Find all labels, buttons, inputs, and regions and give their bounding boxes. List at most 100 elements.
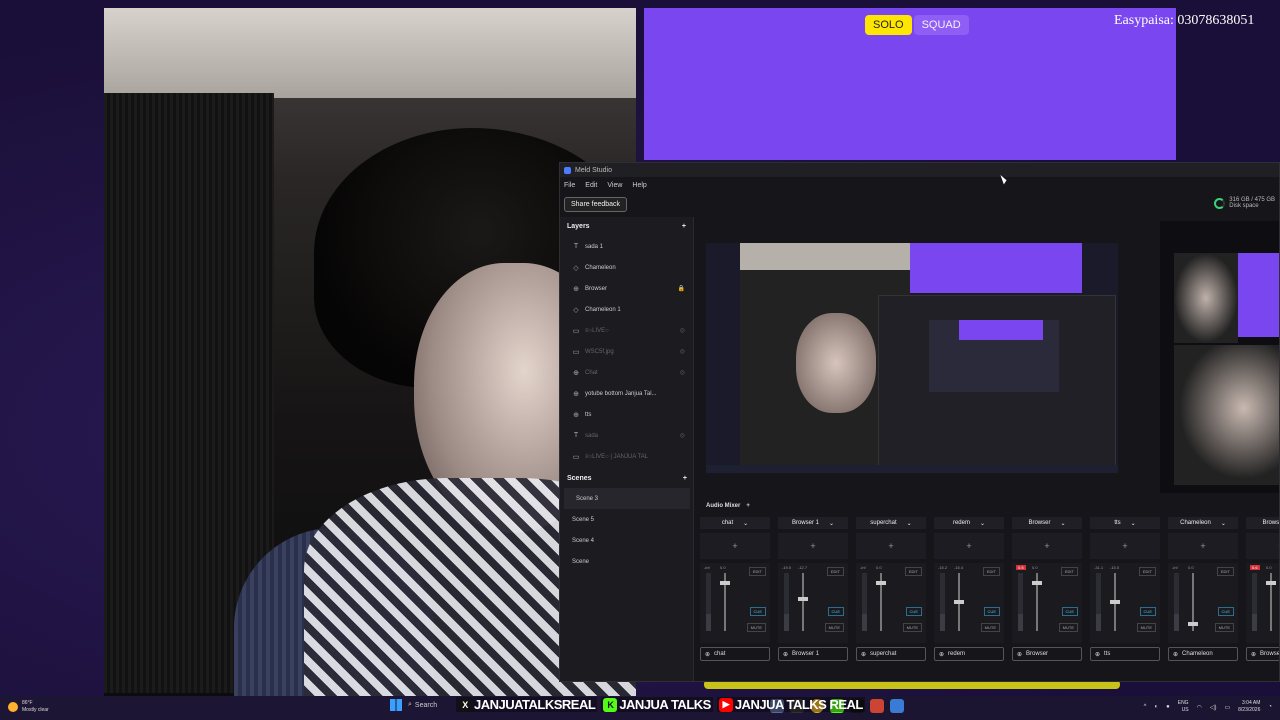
notifications-icon[interactable]: ◔: [1268, 704, 1272, 710]
layer-item[interactable]: ⊕ Browser 🔒: [560, 278, 693, 299]
channel-header[interactable]: Browser⌄: [1012, 517, 1082, 529]
taskbar-search[interactable]: ⌕ Search: [408, 701, 458, 709]
fader-knob[interactable]: [1188, 622, 1198, 626]
app-icon-media[interactable]: [870, 699, 884, 713]
channel-header[interactable]: redem ⌄: [934, 517, 1004, 529]
layer-item[interactable]: ◇ Chameleon: [560, 257, 693, 278]
layer-visibility-icon[interactable]: ◎: [680, 432, 685, 439]
channel-source[interactable]: ⊕ Chameleon: [1168, 647, 1238, 661]
menu-edit[interactable]: Edit: [585, 182, 597, 189]
add-layer-icon[interactable]: +: [682, 223, 686, 230]
fader-knob[interactable]: [954, 600, 964, 604]
lang-code[interactable]: ENG: [1178, 700, 1189, 707]
mute-button[interactable]: MUTE: [1214, 623, 1234, 632]
channel-header[interactable]: tts ⌄: [1090, 517, 1160, 529]
scene-item[interactable]: Scene 5: [560, 509, 694, 530]
fader-knob[interactable]: [1032, 581, 1042, 585]
add-filter-icon[interactable]: +: [1012, 533, 1082, 559]
fader-knob[interactable]: [1266, 581, 1276, 585]
volume-fader[interactable]: [802, 573, 804, 631]
channel-source[interactable]: ⊕ chat: [700, 647, 770, 661]
menu-file[interactable]: File: [564, 182, 575, 189]
fader-knob[interactable]: [798, 597, 808, 601]
weather-widget[interactable]: 86°F Mostly clear: [8, 700, 49, 714]
edit-button[interactable]: EDIT: [748, 567, 766, 576]
channel-source[interactable]: ⊕ Browser: [1012, 647, 1082, 661]
add-filter-icon[interactable]: +: [778, 533, 848, 559]
scene-preview[interactable]: [706, 243, 1118, 473]
mute-button[interactable]: MUTE: [746, 623, 766, 632]
add-filter-icon[interactable]: +: [1246, 533, 1279, 559]
cue-button[interactable]: CUE: [905, 607, 922, 616]
channel-source[interactable]: ⊕ superchat: [856, 647, 926, 661]
layer-visibility-icon[interactable]: ◎: [680, 369, 685, 376]
layer-item[interactable]: ⊕ Chat ◎: [560, 362, 693, 383]
edit-button[interactable]: EDIT: [904, 567, 922, 576]
windows-start-icon[interactable]: [390, 699, 402, 711]
mute-button[interactable]: MUTE: [980, 623, 1000, 632]
layer-item[interactable]: ⊕ tts: [560, 404, 693, 425]
cue-button[interactable]: CUE: [983, 607, 1000, 616]
layer-visibility-icon[interactable]: ◎: [680, 327, 685, 334]
channel-header[interactable]: Chameleon ⌄: [1168, 517, 1238, 529]
cue-button[interactable]: CUE: [827, 607, 844, 616]
edit-button[interactable]: EDIT: [1138, 567, 1156, 576]
add-filter-icon[interactable]: +: [856, 533, 926, 559]
add-filter-icon[interactable]: +: [1090, 533, 1160, 559]
mute-button[interactable]: MUTE: [902, 623, 922, 632]
clock-date[interactable]: 8/23/2026: [1238, 707, 1260, 714]
cue-button[interactable]: CUE: [749, 607, 766, 616]
cue-button[interactable]: CUE: [1217, 607, 1234, 616]
fader-knob[interactable]: [720, 581, 730, 585]
mute-button[interactable]: MUTE: [1058, 623, 1078, 632]
menu-view[interactable]: View: [607, 182, 622, 189]
channel-header[interactable]: superchat ⌄: [856, 517, 926, 529]
menu-help[interactable]: Help: [632, 182, 646, 189]
add-filter-icon[interactable]: +: [700, 533, 770, 559]
channel-source[interactable]: ⊕ Browser: [1246, 647, 1279, 661]
volume-icon[interactable]: ◁): [1210, 704, 1217, 711]
edit-button[interactable]: EDIT: [982, 567, 1000, 576]
fader-knob[interactable]: [876, 581, 886, 585]
layer-item[interactable]: Tsada 1: [560, 236, 693, 257]
clock-time[interactable]: 3:04 AM: [1238, 700, 1260, 707]
meld-studio-window[interactable]: Meld Studio File Edit View Help Share fe…: [559, 162, 1280, 682]
scene-item[interactable]: Scene: [560, 551, 694, 572]
window-titlebar[interactable]: Meld Studio: [560, 163, 1279, 177]
tray-chevron-icon[interactable]: ^: [1144, 704, 1147, 710]
add-filter-icon[interactable]: +: [934, 533, 1004, 559]
fader-knob[interactable]: [1110, 600, 1120, 604]
mute-button[interactable]: MUTE: [824, 623, 844, 632]
add-audio-icon[interactable]: +: [746, 503, 750, 509]
channel-header[interactable]: Browser 1 ⌄: [778, 517, 848, 529]
channel-source[interactable]: ⊕ Browser 1: [778, 647, 848, 661]
tray-app-icon[interactable]: ◐: [1154, 704, 1158, 710]
layer-visibility-icon[interactable]: ◎: [680, 348, 685, 355]
layer-item[interactable]: ⊕ yotube bottom Janjua Tal...: [560, 383, 693, 404]
layer-item[interactable]: ▭ ≡○LIVE○ ◎: [560, 320, 693, 341]
add-filter-icon[interactable]: +: [1168, 533, 1238, 559]
lang-region[interactable]: US: [1178, 707, 1189, 714]
tray-app-icon[interactable]: ●: [1166, 704, 1170, 710]
add-scene-icon[interactable]: +: [683, 475, 687, 482]
layer-visibility-icon[interactable]: 🔒: [678, 285, 685, 292]
edit-button[interactable]: EDIT: [1216, 567, 1234, 576]
layer-item[interactable]: ▭ WSC5f.jpg ◎: [560, 341, 693, 362]
cue-button[interactable]: CUE: [1061, 607, 1078, 616]
layer-item[interactable]: ▭ ≡○LIVE○ | JANJUA TAL: [560, 446, 693, 467]
edit-button[interactable]: EDIT: [1060, 567, 1078, 576]
scene-item[interactable]: Scene 3: [564, 488, 690, 509]
cue-button[interactable]: CUE: [1139, 607, 1156, 616]
live-output-preview[interactable]: [1160, 221, 1279, 493]
channel-header[interactable]: Browser⌄: [1246, 517, 1279, 529]
mute-button[interactable]: MUTE: [1136, 623, 1156, 632]
scene-item[interactable]: Scene 4: [560, 530, 694, 551]
channel-header[interactable]: chat ⌄: [700, 517, 770, 529]
battery-icon[interactable]: ▭: [1224, 704, 1230, 711]
wifi-icon[interactable]: ◠: [1197, 704, 1202, 711]
channel-source[interactable]: ⊕ tts: [1090, 647, 1160, 661]
channel-source[interactable]: ⊕ redem: [934, 647, 1004, 661]
share-feedback-button[interactable]: Share feedback: [564, 197, 628, 212]
layer-item[interactable]: ◇ Chameleon 1: [560, 299, 693, 320]
layer-item[interactable]: Tsada ◎: [560, 425, 693, 446]
